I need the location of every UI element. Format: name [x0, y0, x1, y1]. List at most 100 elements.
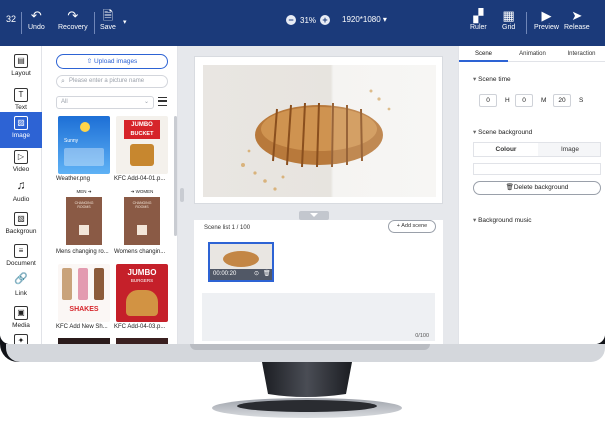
scene-thumbnail[interactable]: 00:00:20 ⊙ 🗑 [208, 242, 274, 282]
scene-background-title[interactable]: Scene background [473, 128, 532, 136]
minutes-input[interactable]: 0 [515, 94, 533, 107]
zoom-control: − 31% + [286, 15, 331, 25]
image-thumb-label: Mens changing ro... [56, 249, 109, 255]
image-thumb-label: KFC Add-04-03.p... [114, 324, 166, 330]
save-dropdown-icon[interactable]: ▾ [123, 18, 127, 26]
scene-time-text: 00:00:20 [213, 271, 237, 277]
sidebar-item-label: Document [6, 260, 36, 267]
bread-image [203, 65, 436, 197]
door-image: CHANGING ROOMS [66, 197, 102, 245]
play-icon: ▶ [541, 8, 552, 23]
image-thumb-label: Womens changin... [114, 249, 166, 255]
grid-label: Grid [502, 24, 516, 31]
zoom-out-icon[interactable]: − [286, 15, 296, 25]
thumb-text: BUCKET [124, 130, 160, 139]
image-option[interactable]: Image [538, 143, 602, 156]
sidebar-item-label: Link [15, 290, 27, 297]
undo-icon: ↶ [30, 8, 42, 23]
timeline-collapse-toggle[interactable] [299, 211, 329, 220]
layout-icon: ▤ [14, 54, 28, 68]
image-thumb-kfc-bucket[interactable]: JUMBO BUCKET [116, 116, 168, 174]
background-music-title[interactable]: Background music [473, 216, 531, 224]
undo-button[interactable]: ↶ Undo [28, 8, 45, 31]
scene-drop-area: 0/100 [202, 293, 435, 341]
image-thumb-label: KFC Add-04-01.p... [114, 176, 166, 182]
sidebar-item-media[interactable]: ▣ Media [0, 302, 42, 338]
media-icon: ▣ [14, 306, 28, 320]
image-thumb-kfc-shakes[interactable]: SHAKES [58, 264, 110, 322]
sidebar-item-more[interactable]: ✦ [0, 334, 42, 344]
trash-icon[interactable]: 🗑 [263, 269, 271, 280]
redo-icon: ↷ [67, 8, 79, 23]
minutes-unit: M [541, 97, 547, 104]
seconds-unit: S [579, 97, 584, 104]
tab-interaction[interactable]: Interaction [557, 46, 605, 62]
colour-option[interactable]: Colour [474, 143, 538, 156]
list-view-icon[interactable] [158, 97, 167, 106]
picture-search-input[interactable]: ⌕ Please enter a picture name [56, 75, 168, 88]
shake-cup-image [94, 268, 104, 300]
thumb-text: SHAKES [69, 306, 99, 313]
sidebar-item-audio[interactable]: ♫ Audio [0, 176, 42, 212]
sidebar-item-layout[interactable]: ▤ Layout [0, 50, 42, 86]
door-image: CHANGING ROOMS [124, 197, 160, 245]
image-thumb-weather[interactable]: Sunny [58, 116, 110, 174]
play-circle-icon[interactable]: ⊙ [254, 269, 259, 280]
delete-background-button[interactable]: 🗑Delete background [473, 181, 601, 195]
recovery-label: Recovery [58, 24, 88, 31]
scene-preview-canvas[interactable] [194, 56, 443, 204]
image-thumb-mens-room[interactable]: MEN ➔ CHANGING ROOMS [58, 188, 110, 246]
puzzle-icon: ✦ [14, 334, 28, 344]
tab-scene[interactable]: Scene [459, 46, 508, 62]
properties-tabs: Scene Animation Interaction [459, 46, 605, 62]
sidebar-item-label: Audio [12, 196, 30, 203]
scene-duration: 00:00:20 ⊙ 🗑 [210, 269, 272, 280]
ruler-button[interactable]: ▞ Ruler [470, 8, 487, 31]
preview-button[interactable]: ▶ Preview [534, 8, 559, 31]
background-colour-field[interactable] [473, 163, 601, 175]
seconds-input[interactable]: 20 [553, 94, 571, 107]
sun-icon [80, 122, 90, 132]
search-icon: ⌕ [61, 78, 65, 85]
zoom-level: 31% [300, 15, 317, 25]
delete-background-label: Delete background [513, 184, 569, 191]
hours-input[interactable]: 0 [479, 94, 497, 107]
trash-icon: 🗑 [505, 184, 514, 191]
category-filter-select[interactable]: All ⌄ [56, 96, 154, 109]
text-icon: T [14, 88, 28, 102]
toolbar-divider [94, 12, 95, 34]
add-scene-button[interactable]: + Add scene [388, 220, 436, 233]
upload-label: Upload images [93, 58, 138, 65]
scene-list-label: Scene list 1 / 100 [204, 225, 251, 231]
sidebar-item-image[interactable]: ▨ Image [0, 112, 42, 148]
grid-button[interactable]: ▦ Grid [502, 8, 515, 31]
thumb-text: ➔ WOMEN [130, 189, 154, 194]
sidebar-item-label: Image [11, 132, 31, 139]
thumb-text: MEN ➔ [76, 189, 92, 194]
collapse-panel-handle[interactable] [180, 188, 184, 202]
release-button[interactable]: ➤ Release [564, 8, 590, 31]
thumb-text: CHANGING ROOMS [74, 201, 94, 209]
sidebar-item-label: Backgroun [5, 228, 37, 235]
hours-unit: H [505, 97, 510, 104]
save-label: Save [100, 24, 116, 31]
sidebar-item-link[interactable]: 🔗 Link [0, 270, 42, 306]
canvas-area: Scene list 1 / 100 + Add scene 00:00:20 … [178, 46, 458, 344]
background-icon: ▧ [14, 212, 28, 226]
image-thumb-label: Weather.png [56, 176, 90, 182]
tab-animation[interactable]: Animation [508, 46, 557, 62]
recovery-button[interactable]: ↷ Recovery [58, 8, 88, 31]
scene-time-title[interactable]: Scene time [473, 75, 511, 83]
upload-images-button[interactable]: ⇧ Upload images [56, 54, 168, 69]
release-label: Release [564, 24, 590, 31]
image-thumb-kfc-burgers[interactable]: JUMBO BURGERS [116, 264, 168, 322]
resolution-select[interactable]: 1920*1080 ▾ [342, 15, 387, 24]
sidebar-item-background[interactable]: ▧ Backgroun [0, 208, 42, 244]
thumb-text: JUMBO [127, 268, 157, 277]
save-button[interactable]: 🗎 Save [100, 8, 116, 31]
zoom-in-icon[interactable]: + [320, 15, 331, 25]
image-thumb-partial[interactable] [58, 338, 110, 344]
properties-panel: Scene Animation Interaction Scene time 0… [458, 46, 605, 344]
image-thumb-womens-room[interactable]: ➔ WOMEN CHANGING ROOMS [116, 188, 168, 246]
image-thumb-partial[interactable] [116, 338, 168, 344]
